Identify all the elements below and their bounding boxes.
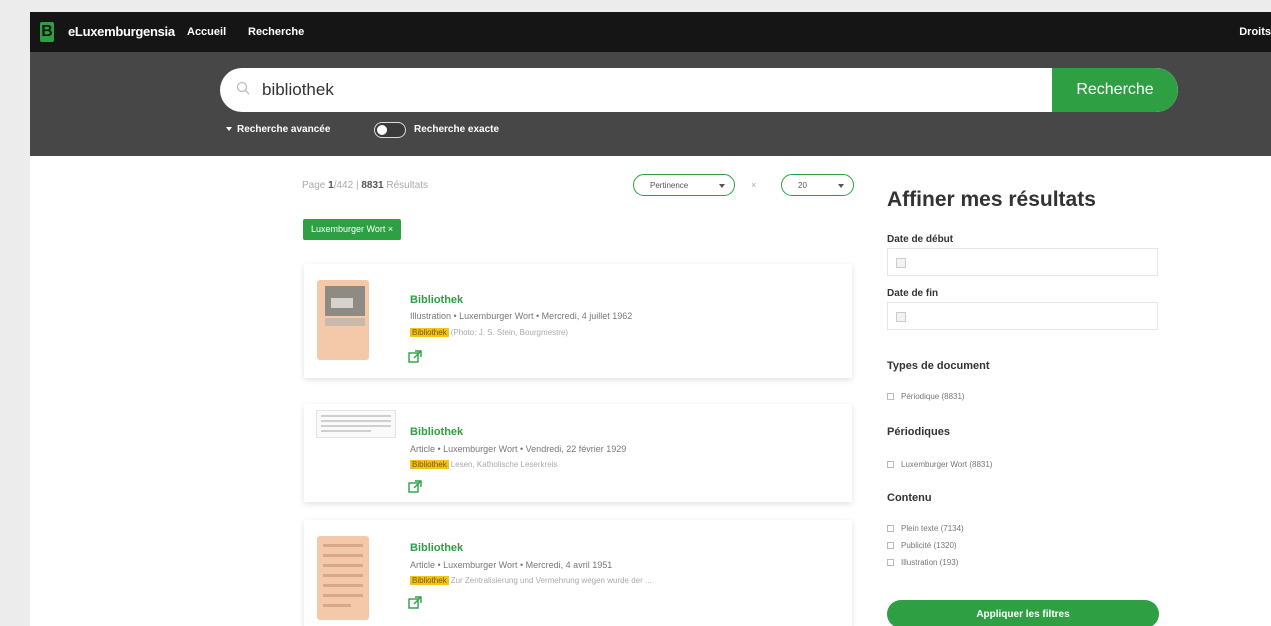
per-page-value: 20 xyxy=(798,181,807,190)
content-option[interactable]: Illustration (193) xyxy=(887,558,958,567)
result-card[interactable]: Bibliothek Article • Luxemburger Wort • … xyxy=(304,404,852,502)
sort-select[interactable]: Pertinence xyxy=(633,174,735,196)
search-button[interactable]: Recherche xyxy=(1052,68,1178,112)
checkbox[interactable] xyxy=(887,542,894,549)
results-label: Résultats xyxy=(386,180,429,191)
thumbnail-line xyxy=(321,420,391,422)
checkbox[interactable] xyxy=(887,393,894,400)
switch-knob xyxy=(377,125,387,135)
thumbnail-line xyxy=(323,564,363,567)
date-end-field[interactable] xyxy=(887,302,1158,330)
result-thumbnail[interactable] xyxy=(317,280,369,360)
date-start-label: Date de début xyxy=(887,234,954,245)
content-heading: Contenu xyxy=(887,492,932,504)
result-meta: Article • Luxemburger Wort • Mercredi, 4… xyxy=(410,560,613,570)
caret-down-icon xyxy=(226,127,232,132)
total-pages: /442 | xyxy=(333,180,359,191)
checkbox[interactable] xyxy=(887,525,894,532)
result-card[interactable]: Bibliothek Article • Luxemburger Wort • … xyxy=(304,520,852,626)
open-external-icon[interactable] xyxy=(408,350,422,364)
thumbnail-line xyxy=(323,584,363,587)
search-box: Recherche xyxy=(220,68,1178,112)
result-meta: Illustration • Luxemburger Wort • Mercre… xyxy=(410,311,633,321)
search-icon xyxy=(236,81,250,95)
nav-droits[interactable]: Droits xyxy=(1239,26,1271,38)
periodical-option-label: Luxemburger Wort (8831) xyxy=(901,460,993,469)
content-option[interactable]: Plein texte (7134) xyxy=(887,524,964,533)
calendar-icon xyxy=(896,312,906,322)
nav-recherche[interactable]: Recherche xyxy=(248,26,304,38)
exact-search-label: Recherche exacte xyxy=(414,124,500,135)
separator: × xyxy=(751,180,757,190)
periodical-option[interactable]: Luxemburger Wort (8831) xyxy=(887,460,992,469)
highlight: Bibliothek xyxy=(410,576,449,585)
browser-viewport: B eLuxemburgensia Accueil Recherche Droi… xyxy=(30,12,1271,626)
result-snippet: Bibliothek (Photo: J. S. Stein, Bourgmest… xyxy=(410,328,568,337)
thumbnail-line xyxy=(323,554,363,557)
logo-icon[interactable]: B xyxy=(40,22,54,42)
thumbnail-photo xyxy=(325,286,365,316)
result-thumbnail[interactable] xyxy=(316,410,396,438)
pagination-info: Page 1/442 | 8831 Résultats xyxy=(302,180,428,191)
snippet-text: Lesen, Katholische Leserkreis xyxy=(450,460,558,469)
thumbnail-caption xyxy=(325,318,365,326)
result-title[interactable]: Bibliothek xyxy=(410,542,463,554)
thumbnail-line xyxy=(321,425,391,427)
calendar-icon xyxy=(896,258,906,268)
exact-search-switch[interactable] xyxy=(374,122,406,138)
date-end-label: Date de fin xyxy=(887,288,939,299)
brand-name[interactable]: eLuxemburgensia xyxy=(68,24,175,39)
thumbnail-line xyxy=(323,604,351,607)
highlight: Bibliothek xyxy=(410,328,449,337)
result-snippet: Bibliothek Lesen, Katholische Leserkreis xyxy=(410,460,557,469)
sidebar-title: Affiner mes résultats xyxy=(887,188,1096,211)
content-option-label: Plein texte (7134) xyxy=(901,524,964,533)
thumbnail-line xyxy=(321,415,391,417)
result-thumbnail[interactable] xyxy=(317,536,369,620)
search-input[interactable] xyxy=(262,68,1042,112)
dropdown-arrow-icon xyxy=(838,184,844,188)
content-option-label: Publicité (1320) xyxy=(901,541,957,550)
top-navbar: B eLuxemburgensia Accueil Recherche Droi… xyxy=(30,12,1271,52)
content-option-label: Illustration (193) xyxy=(901,558,959,567)
advanced-search-label: Recherche avancée xyxy=(237,124,331,135)
advanced-search-toggle[interactable]: Recherche avancée xyxy=(226,124,330,135)
type-option-label: Périodique (8831) xyxy=(901,392,965,401)
snippet-text: Zur Zentralisierung und Vermehrung wegen… xyxy=(450,576,652,585)
open-external-icon[interactable] xyxy=(408,480,422,494)
types-heading: Types de document xyxy=(887,360,990,372)
dropdown-arrow-icon xyxy=(719,184,725,188)
periodicals-heading: Périodiques xyxy=(887,426,950,438)
result-title[interactable]: Bibliothek xyxy=(410,426,463,438)
date-start-field[interactable] xyxy=(887,248,1158,276)
result-card[interactable]: Bibliothek Illustration • Luxemburger Wo… xyxy=(304,264,852,378)
page-label: Page xyxy=(302,180,326,191)
result-count: 8831 xyxy=(361,180,384,191)
snippet-text: (Photo: J. S. Stein, Bourgmestre) xyxy=(450,328,569,337)
checkbox[interactable] xyxy=(887,461,894,468)
apply-filters-button[interactable]: Appliquer les filtres xyxy=(887,600,1159,626)
highlight: Bibliothek xyxy=(410,460,449,469)
search-band: Recherche Recherche avancée Recherche ex… xyxy=(30,52,1271,156)
content-option[interactable]: Publicité (1320) xyxy=(887,541,957,550)
thumbnail-line xyxy=(323,544,363,547)
type-option[interactable]: Périodique (8831) xyxy=(887,392,965,401)
thumbnail-detail xyxy=(331,298,353,308)
result-snippet: Bibliothek Zur Zentralisierung und Vermeh… xyxy=(410,576,652,585)
active-filter-chip[interactable]: Luxemburger Wort × xyxy=(303,219,402,240)
nav-accueil[interactable]: Accueil xyxy=(187,26,226,38)
thumbnail-line xyxy=(321,430,371,432)
thumbnail-line xyxy=(323,594,363,597)
result-meta: Article • Luxemburger Wort • Vendredi, 2… xyxy=(410,444,627,454)
thumbnail-line xyxy=(323,574,363,577)
per-page-select[interactable]: 20 xyxy=(781,174,854,196)
open-external-icon[interactable] xyxy=(408,596,422,610)
result-title[interactable]: Bibliothek xyxy=(410,294,463,306)
checkbox[interactable] xyxy=(887,559,894,566)
sort-value: Pertinence xyxy=(650,181,689,190)
